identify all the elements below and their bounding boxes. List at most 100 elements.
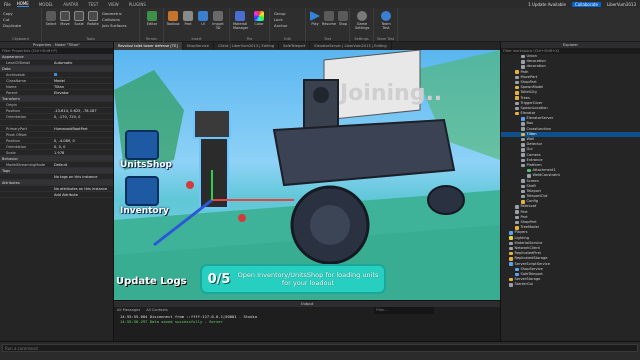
test-group: Play Resume Stop Test bbox=[306, 8, 350, 42]
team-test-group: Team Test Team Test bbox=[374, 8, 398, 42]
3d-viewport[interactable]: Joining.. UnitsShop Inventory Update Log… bbox=[114, 50, 500, 300]
tab-client[interactable]: Client | LiberVum2013 | Editing bbox=[214, 42, 280, 50]
duplicate-button[interactable]: Duplicate bbox=[3, 23, 21, 29]
tab-safeteleport[interactable]: SafeTeleport bbox=[279, 42, 311, 50]
property-value[interactable] bbox=[52, 132, 113, 137]
ui-button[interactable]: UI bbox=[196, 11, 210, 26]
property-value[interactable] bbox=[52, 120, 113, 125]
select-button[interactable]: Select bbox=[44, 11, 58, 26]
explorer-item[interactable]: StarterGui bbox=[501, 282, 640, 287]
instance-icon bbox=[509, 236, 513, 240]
file-menu[interactable]: File bbox=[4, 2, 11, 7]
instance-icon bbox=[509, 241, 513, 246]
rotate-handle[interactable] bbox=[238, 214, 246, 222]
update-logs-button[interactable]: Update Logs bbox=[114, 276, 187, 287]
resume-icon bbox=[324, 11, 334, 21]
file-group: Material Manager Color File bbox=[230, 8, 270, 42]
property-name: Parent bbox=[6, 91, 18, 95]
context-filter-select[interactable]: All Contexts bbox=[146, 307, 168, 314]
studio-window: File HOME MODEL AVATAR TEST VIEW PLUGINS… bbox=[0, 0, 640, 360]
property-value[interactable]: -13.614, 0.625, -78.187 bbox=[52, 108, 113, 113]
instance-icon bbox=[515, 106, 519, 111]
property-value[interactable]: Tiltan bbox=[52, 84, 113, 89]
property-value[interactable]: Automatic bbox=[52, 60, 113, 65]
model-head bbox=[193, 109, 231, 139]
tab-avatar[interactable]: AVATAR bbox=[63, 2, 78, 7]
toolbox-button[interactable]: Toolbox bbox=[166, 11, 180, 26]
anchor-button[interactable]: Anchor bbox=[274, 23, 287, 29]
part-button[interactable]: Part bbox=[181, 11, 195, 26]
import-3d-button[interactable]: Import 3D bbox=[211, 11, 225, 30]
file-label: File bbox=[246, 37, 253, 41]
property-name: PrimaryPart bbox=[6, 127, 27, 131]
scene-render: Joining.. bbox=[114, 50, 500, 300]
instance-icon bbox=[521, 60, 525, 64]
game-settings-button[interactable]: Game Settings bbox=[355, 11, 369, 30]
tab-shopservice[interactable]: ShopService bbox=[183, 42, 214, 50]
updates-notice[interactable]: 1 Update Available bbox=[528, 2, 566, 7]
property-value[interactable]: 0, 0, 0 bbox=[52, 144, 113, 149]
rotate-button[interactable]: Rotate bbox=[86, 11, 100, 26]
instance-icon bbox=[521, 179, 525, 183]
material-manager-button[interactable]: Material Manager bbox=[233, 11, 248, 30]
output-filter-input[interactable]: Filter... bbox=[373, 307, 434, 314]
team-test-button[interactable]: Team Test bbox=[379, 11, 393, 30]
tab-home[interactable]: HOME bbox=[16, 1, 29, 7]
cursor-icon bbox=[46, 11, 56, 21]
property-value[interactable]: Model bbox=[52, 78, 113, 83]
property-value[interactable] bbox=[52, 102, 113, 107]
resume-button[interactable]: Resume bbox=[322, 11, 336, 26]
tab-model[interactable]: MODEL bbox=[39, 2, 53, 7]
user-name[interactable]: LiberVum2013 bbox=[607, 2, 636, 7]
property-value[interactable]: 0, -170, 720, 0 bbox=[52, 114, 113, 119]
property-name: Origin bbox=[6, 103, 17, 107]
join-surfaces-toggle[interactable]: Join Surfaces bbox=[102, 23, 127, 29]
property-row[interactable]: Add Attribute bbox=[0, 192, 113, 198]
rotate-handle[interactable] bbox=[186, 181, 194, 189]
move-button[interactable]: Move bbox=[58, 11, 72, 26]
instance-icon bbox=[515, 75, 519, 80]
wheel-hub bbox=[310, 205, 350, 245]
scale-button[interactable]: Scale bbox=[72, 11, 86, 26]
property-value[interactable]: No tags on this instance bbox=[52, 174, 113, 179]
property-value[interactable]: Add Attribute bbox=[52, 192, 113, 197]
properties-list: Appearance LevelOfDetail Automatic Data Arch… bbox=[0, 54, 113, 198]
instance-icon bbox=[515, 91, 519, 95]
inventory-button[interactable]: Inventory bbox=[120, 176, 169, 216]
collaborate-button[interactable]: Collaborate bbox=[571, 1, 601, 7]
command-input[interactable] bbox=[2, 344, 638, 352]
inventory-icon bbox=[125, 176, 159, 206]
tab-test[interactable]: TEST bbox=[88, 2, 98, 7]
property-value[interactable]: Elevator bbox=[52, 90, 113, 95]
property-name: Position bbox=[6, 109, 20, 113]
property-value[interactable] bbox=[52, 72, 113, 77]
instance-icon bbox=[521, 200, 525, 204]
checkbox-icon[interactable] bbox=[54, 73, 57, 76]
units-shop-button[interactable]: UnitsShop bbox=[120, 130, 172, 170]
property-value[interactable]: 0, -4.089, 0 bbox=[52, 138, 113, 143]
import-icon bbox=[213, 11, 223, 21]
instance-icon bbox=[515, 85, 519, 90]
play-button[interactable]: Play bbox=[308, 11, 322, 26]
tab-place[interactable]: Revolusi tolet tower defense [TE] bbox=[114, 42, 183, 50]
instance-icon bbox=[521, 54, 525, 59]
tab-plugins[interactable]: PLUGINS bbox=[129, 2, 146, 7]
tools-label: Tools bbox=[86, 37, 95, 41]
command-bar bbox=[0, 341, 640, 360]
instance-icon bbox=[521, 137, 525, 142]
instance-icon bbox=[509, 283, 513, 287]
color-button[interactable]: Color bbox=[252, 11, 266, 26]
instance-icon bbox=[515, 80, 519, 85]
instance-icon bbox=[527, 168, 531, 173]
property-value[interactable]: No attributes on this instance bbox=[52, 186, 113, 191]
property-value[interactable]: HumanoidRootPart bbox=[52, 126, 113, 131]
property-value[interactable]: Default bbox=[52, 162, 113, 167]
tab-elevatorserver[interactable]: ElevatorServer | LiberVum2013 | Editing bbox=[310, 42, 392, 50]
message-filter-select[interactable]: All Messages bbox=[117, 307, 140, 314]
stop-button[interactable]: Stop bbox=[336, 11, 350, 26]
property-name bbox=[0, 174, 52, 179]
property-name: Position bbox=[6, 139, 20, 143]
property-value[interactable]: 1.978 bbox=[52, 150, 113, 155]
tab-view[interactable]: VIEW bbox=[108, 2, 118, 7]
terrain-editor-button[interactable]: Editor bbox=[145, 11, 159, 26]
